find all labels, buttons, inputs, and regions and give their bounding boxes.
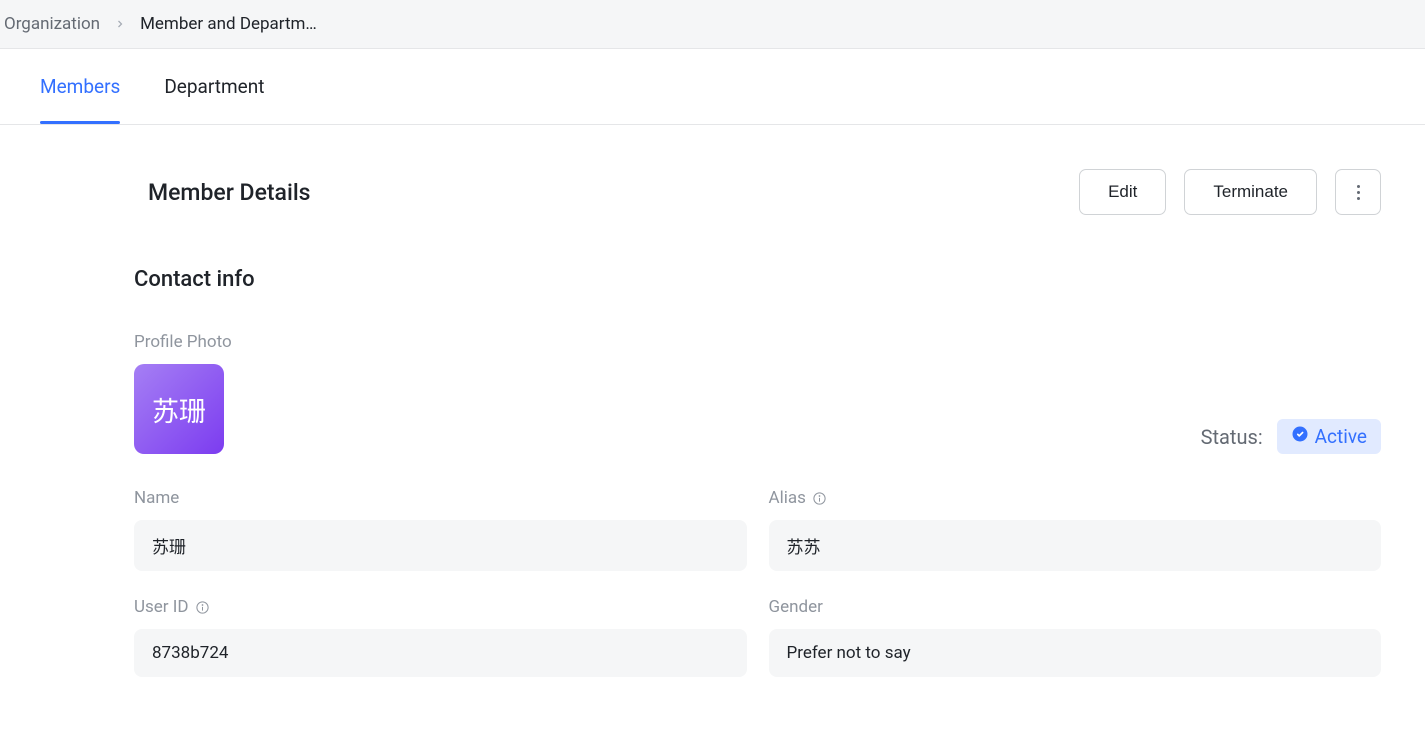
field-user-id: User ID 8738b724 bbox=[134, 597, 747, 677]
user-id-label: User ID bbox=[134, 597, 747, 617]
field-name: Name 苏珊 bbox=[134, 488, 747, 571]
field-gender: Gender Prefer not to say bbox=[769, 597, 1382, 677]
field-alias: Alias 苏苏 bbox=[769, 488, 1382, 571]
section-title: Contact info bbox=[134, 267, 1381, 292]
info-icon[interactable] bbox=[812, 490, 828, 506]
check-circle-icon bbox=[1291, 425, 1309, 448]
edit-button[interactable]: Edit bbox=[1079, 169, 1166, 215]
user-id-label-text: User ID bbox=[134, 597, 189, 617]
name-value: 苏珊 bbox=[134, 520, 747, 571]
header-actions: Edit Terminate bbox=[1079, 169, 1381, 215]
chevron-right-icon bbox=[114, 18, 126, 30]
photo-status-row: 苏珊 Status: Active bbox=[134, 364, 1381, 454]
gender-value: Prefer not to say bbox=[769, 629, 1382, 677]
gender-label: Gender bbox=[769, 597, 1382, 617]
avatar: 苏珊 bbox=[134, 364, 224, 454]
info-icon[interactable] bbox=[195, 599, 211, 615]
name-label: Name bbox=[134, 488, 747, 508]
more-button[interactable] bbox=[1335, 169, 1381, 215]
breadcrumb-organization[interactable]: Organization bbox=[4, 14, 100, 34]
user-id-value: 8738b724 bbox=[134, 629, 747, 677]
page-title: Member Details bbox=[148, 179, 311, 206]
breadcrumb: Organization Member and Departm… bbox=[0, 0, 1425, 49]
breadcrumb-current: Member and Departm… bbox=[140, 14, 317, 34]
contact-info-section: Contact info Profile Photo 苏珊 Status: Ac… bbox=[44, 235, 1381, 677]
profile-photo-label: Profile Photo bbox=[134, 332, 1381, 352]
status-value: Active bbox=[1315, 425, 1367, 448]
status-label: Status: bbox=[1201, 425, 1263, 449]
terminate-button[interactable]: Terminate bbox=[1184, 169, 1317, 215]
page-header: Member Details Edit Terminate bbox=[44, 125, 1381, 235]
alias-label: Alias bbox=[769, 488, 1382, 508]
content: Member Details Edit Terminate Contact in… bbox=[0, 125, 1425, 677]
more-vertical-icon bbox=[1357, 185, 1360, 200]
tabs: Members Department bbox=[0, 49, 1425, 125]
status-badge: Active bbox=[1277, 419, 1381, 454]
alias-value: 苏苏 bbox=[769, 520, 1382, 571]
tab-members[interactable]: Members bbox=[40, 49, 120, 124]
form-grid: Name 苏珊 Alias 苏苏 User ID bbox=[134, 488, 1381, 677]
tab-department[interactable]: Department bbox=[164, 49, 264, 124]
alias-label-text: Alias bbox=[769, 488, 806, 508]
status-wrap: Status: Active bbox=[1201, 419, 1381, 454]
